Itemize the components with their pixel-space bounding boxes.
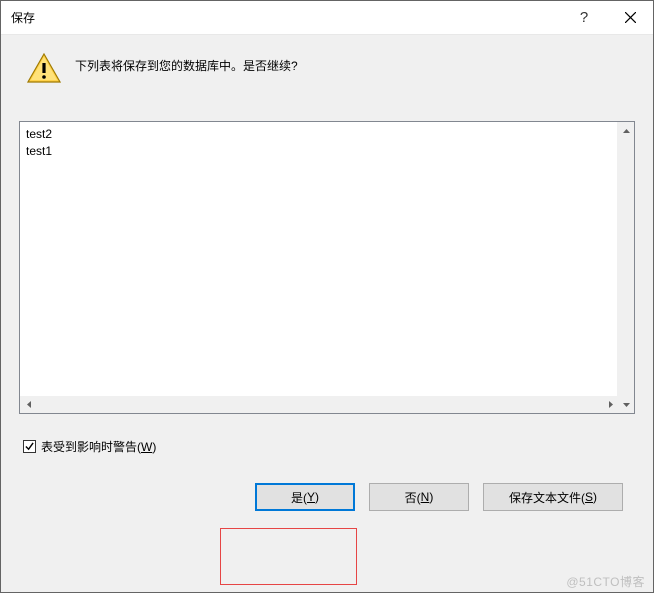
save-dialog: 保存 ? 下列表将保存到您的数据库中。是否继续? test2 test1 <box>0 0 654 593</box>
list-item: test1 <box>26 143 611 160</box>
dialog-body: 下列表将保存到您的数据库中。是否继续? test2 test1 <box>1 35 653 511</box>
warn-checkbox-label: 表受到影响时警告(W) <box>41 438 156 455</box>
scroll-up-icon <box>618 122 635 139</box>
no-button[interactable]: 否(N) <box>369 483 469 511</box>
message-text: 下列表将保存到您的数据库中。是否继续? <box>75 53 298 74</box>
scroll-left-icon <box>20 396 37 413</box>
titlebar: 保存 ? <box>1 1 653 35</box>
save-text-file-button[interactable]: 保存文本文件(S) <box>483 483 623 511</box>
tables-list-content: test2 test1 <box>20 122 617 413</box>
warning-icon <box>27 53 61 83</box>
vertical-scrollbar[interactable] <box>617 122 634 413</box>
horizontal-scrollbar[interactable] <box>20 396 619 413</box>
tables-list: test2 test1 <box>19 121 635 414</box>
list-item: test2 <box>26 126 611 143</box>
scroll-right-icon <box>602 396 619 413</box>
close-icon <box>625 12 636 23</box>
close-button[interactable] <box>607 1 653 35</box>
message-row: 下列表将保存到您的数据库中。是否继续? <box>19 53 635 83</box>
highlight-annotation <box>220 528 357 585</box>
warn-checkbox-row[interactable]: 表受到影响时警告(W) <box>23 438 635 455</box>
scroll-down-icon <box>618 396 635 413</box>
warn-checkbox[interactable] <box>23 440 36 453</box>
dialog-title: 保存 <box>11 9 561 26</box>
watermark: @51CTO博客 <box>566 573 645 590</box>
yes-button[interactable]: 是(Y) <box>255 483 355 511</box>
check-icon <box>25 442 34 451</box>
help-button[interactable]: ? <box>561 1 607 35</box>
dialog-buttons: 是(Y) 否(N) 保存文本文件(S) <box>19 455 635 511</box>
